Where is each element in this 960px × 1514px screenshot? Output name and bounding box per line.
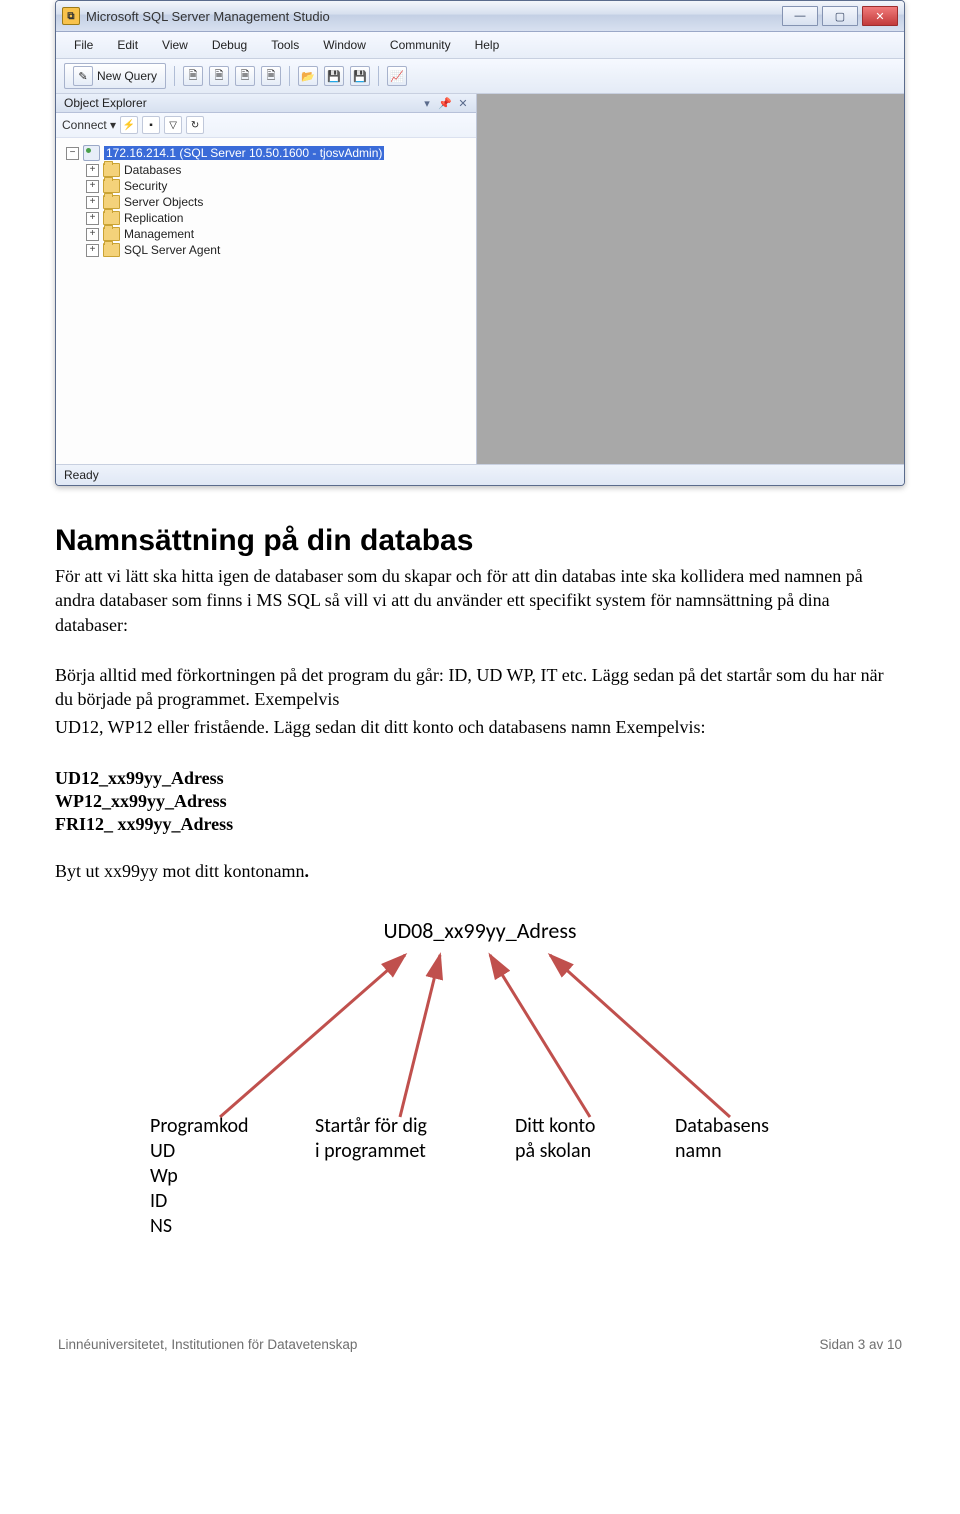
stop-icon[interactable]: ▪ bbox=[142, 116, 160, 134]
footer-left: Linnéuniversitetet, Institutionen för Da… bbox=[58, 1337, 357, 1352]
tree-node-management[interactable]: + Management bbox=[60, 226, 472, 242]
dmx-query-icon[interactable]: 🗎 bbox=[261, 66, 281, 86]
diagram-top-label: UD08_xx99yy_Adress bbox=[150, 917, 810, 944]
expand-icon[interactable]: + bbox=[86, 164, 99, 177]
object-explorer-tree: − 172.16.214.1 (SQL Server 10.50.1600 - … bbox=[56, 138, 476, 464]
folder-icon bbox=[103, 243, 120, 257]
titlebar: ⧉ Microsoft SQL Server Management Studio… bbox=[56, 1, 904, 32]
folder-icon bbox=[103, 227, 120, 241]
disconnect-icon[interactable]: ⚡ bbox=[120, 116, 138, 134]
menu-file[interactable]: File bbox=[64, 36, 103, 54]
tree-node-replication[interactable]: + Replication bbox=[60, 210, 472, 226]
expand-icon[interactable]: + bbox=[86, 180, 99, 193]
connect-button[interactable]: Connect ▾ bbox=[62, 118, 116, 132]
app-icon: ⧉ bbox=[62, 7, 80, 25]
paragraph-1: För att vi lätt ska hitta igen de databa… bbox=[55, 564, 905, 637]
object-explorer-toolbar: Connect ▾ ⚡ ▪ ▽ ↻ bbox=[56, 113, 476, 138]
pin-icon[interactable]: 📌 bbox=[438, 96, 452, 110]
analysis-query-icon[interactable]: 🗎 bbox=[209, 66, 229, 86]
filter-icon[interactable]: ▽ bbox=[164, 116, 182, 134]
refresh-icon[interactable]: ↻ bbox=[186, 116, 204, 134]
main-toolbar: ✎ New Query 🗎 🗎 🗎 🗎 📂 💾 💾 📈 bbox=[56, 59, 904, 94]
menu-community[interactable]: Community bbox=[380, 36, 461, 54]
object-explorer-title: Object Explorer bbox=[64, 96, 416, 110]
collapse-icon[interactable]: − bbox=[66, 147, 79, 160]
folder-icon bbox=[103, 211, 120, 225]
menu-tools[interactable]: Tools bbox=[261, 36, 309, 54]
panel-close-icon[interactable]: ✕ bbox=[456, 96, 470, 110]
folder-icon bbox=[103, 163, 120, 177]
window-title: Microsoft SQL Server Management Studio bbox=[86, 9, 330, 24]
menubar: File Edit View Debug Tools Window Commun… bbox=[56, 32, 904, 59]
document-area bbox=[477, 94, 904, 464]
menu-debug[interactable]: Debug bbox=[202, 36, 257, 54]
expand-icon[interactable]: + bbox=[86, 228, 99, 241]
activity-monitor-icon[interactable]: 📈 bbox=[387, 66, 407, 86]
paragraph-3: UD12, WP12 eller fristående. Lägg sedan … bbox=[55, 715, 905, 739]
tree-node-server-objects[interactable]: + Server Objects bbox=[60, 194, 472, 210]
expand-icon[interactable]: + bbox=[86, 212, 99, 225]
example-1: UD12_xx99yy_Adress bbox=[55, 768, 905, 789]
mdx-query-icon[interactable]: 🗎 bbox=[235, 66, 255, 86]
toolbar-separator bbox=[378, 66, 379, 86]
example-2: WP12_xx99yy_Adress bbox=[55, 791, 905, 812]
tree-node-security[interactable]: + Security bbox=[60, 178, 472, 194]
folder-icon bbox=[103, 179, 120, 193]
ssms-window: ⧉ Microsoft SQL Server Management Studio… bbox=[55, 0, 905, 486]
new-query-label: New Query bbox=[97, 69, 157, 83]
folder-icon bbox=[103, 195, 120, 209]
statusbar: Ready bbox=[56, 464, 904, 485]
footer-right: Sidan 3 av 10 bbox=[819, 1337, 902, 1352]
tree-node-sql-server-agent[interactable]: + SQL Server Agent bbox=[60, 242, 472, 258]
new-query-button[interactable]: ✎ New Query bbox=[64, 63, 166, 89]
menu-view[interactable]: View bbox=[152, 36, 198, 54]
paragraph-2: Börja alltid med förkortningen på det pr… bbox=[55, 663, 905, 712]
tree-root-node[interactable]: − 172.16.214.1 (SQL Server 10.50.1600 - … bbox=[60, 144, 472, 162]
section-heading: Namnsättning på din databas bbox=[55, 524, 905, 558]
naming-diagram: UD08_xx99yy_Adress Programkod UD Wp ID N… bbox=[150, 917, 810, 1239]
object-explorer-panel: Object Explorer ▾ 📌 ✕ Connect ▾ ⚡ ▪ ▽ ↻ … bbox=[56, 94, 477, 464]
object-explorer-header: Object Explorer ▾ 📌 ✕ bbox=[56, 94, 476, 113]
expand-icon[interactable]: + bbox=[86, 244, 99, 257]
page-footer: Linnéuniversitetet, Institutionen för Da… bbox=[0, 1337, 960, 1352]
expand-icon[interactable]: + bbox=[86, 196, 99, 209]
database-engine-query-icon[interactable]: 🗎 bbox=[183, 66, 203, 86]
menu-window[interactable]: Window bbox=[313, 36, 376, 54]
minimize-button[interactable]: — bbox=[782, 6, 818, 26]
close-button[interactable]: ✕ bbox=[862, 6, 898, 26]
dropdown-icon[interactable]: ▾ bbox=[420, 96, 434, 110]
server-icon bbox=[83, 145, 100, 161]
maximize-button[interactable]: ▢ bbox=[822, 6, 858, 26]
save-all-icon[interactable]: 💾 bbox=[350, 66, 370, 86]
save-icon[interactable]: 💾 bbox=[324, 66, 344, 86]
status-text: Ready bbox=[64, 468, 99, 482]
toolbar-separator bbox=[174, 66, 175, 86]
menu-edit[interactable]: Edit bbox=[107, 36, 148, 54]
tree-root-label[interactable]: 172.16.214.1 (SQL Server 10.50.1600 - tj… bbox=[104, 146, 384, 160]
new-query-icon: ✎ bbox=[73, 66, 93, 86]
menu-help[interactable]: Help bbox=[465, 36, 510, 54]
tree-node-databases[interactable]: + Databases bbox=[60, 162, 472, 178]
toolbar-separator bbox=[289, 66, 290, 86]
open-file-icon[interactable]: 📂 bbox=[298, 66, 318, 86]
paragraph-4: Byt ut xx99yy mot ditt kontonamn. bbox=[55, 859, 905, 883]
example-3: FRI12_ xx99yy_Adress bbox=[55, 814, 905, 835]
diagram-arrows bbox=[150, 947, 810, 1137]
